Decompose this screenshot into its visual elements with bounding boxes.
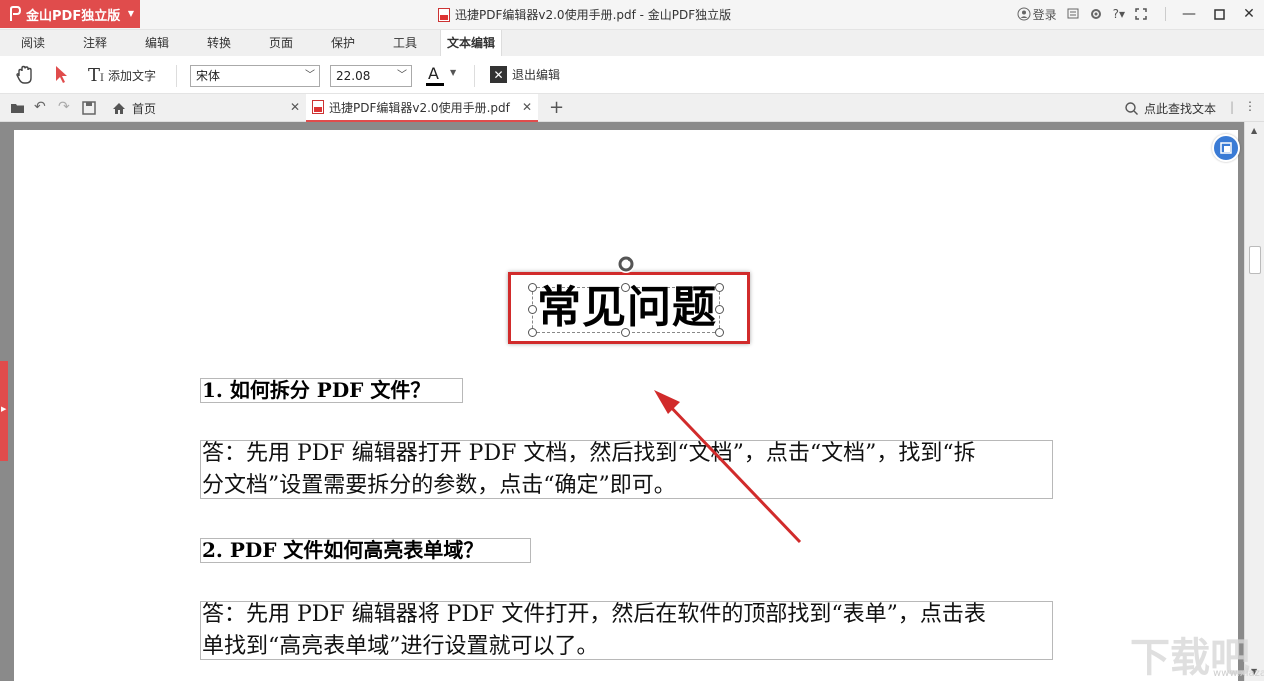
toolbar-divider — [176, 65, 177, 87]
tab-divider: | — [1230, 100, 1235, 114]
toolbar-divider — [474, 65, 475, 87]
answer-2-line-1[interactable]: 答：先用 PDF 编辑器将 PDF 文件打开，然后在软件的顶部找到“表单”，点击… — [202, 599, 986, 631]
tab-text-edit[interactable]: 文本编辑 — [440, 30, 502, 56]
app-menu-button[interactable]: 金山PDF独立版 ▼ — [0, 0, 140, 28]
help-icon[interactable]: ?▾ — [1113, 7, 1125, 21]
tab-read[interactable]: 阅读 — [12, 30, 54, 56]
answer-1-line-1[interactable]: 答：先用 PDF 编辑器打开 PDF 文档，然后找到“文档”，点击“文档”，找到… — [202, 438, 976, 470]
home-tab-label: 首页 — [132, 101, 157, 116]
close-tab-icon[interactable]: ✕ — [522, 100, 532, 114]
question-1[interactable]: 1. 如何拆分 PDF 文件？ — [202, 377, 430, 403]
close-tab-icon[interactable]: ✕ — [290, 100, 300, 114]
scroll-up-icon[interactable]: ▲ — [1251, 126, 1257, 135]
document-tabs: ↶ ↷ 首页 ✕ 迅捷PDF编辑器v2.0使用手册.pdf ✕ + 点此查找文本… — [0, 94, 1264, 122]
document-tab-label: 迅捷PDF编辑器v2.0使用手册.pdf — [329, 100, 510, 115]
resize-handle[interactable] — [715, 283, 724, 292]
add-text-button[interactable]: TI 添加文字 — [88, 65, 156, 86]
font-family-value: 宋体 — [196, 69, 221, 83]
annotation-arrow — [654, 390, 802, 544]
caret-down-icon: ▼ — [127, 9, 134, 18]
resize-handle[interactable] — [621, 283, 630, 292]
toolbar: TI 添加文字 宋体 ﹀ 22.08 ﹀ A ▼ ✕ 退出编辑 — [0, 56, 1264, 94]
tab-edit[interactable]: 编辑 — [136, 30, 178, 56]
chevron-right-icon: ▶ — [1, 405, 7, 413]
floating-tool-button[interactable] — [1212, 134, 1240, 162]
question-2[interactable]: 2. PDF 文件如何高亮表单域？ — [202, 537, 483, 563]
caret-down-icon: ▼ — [450, 68, 457, 77]
thumbnail-icon — [1220, 142, 1232, 154]
exit-edit-button[interactable]: ✕ 退出编辑 — [490, 66, 560, 83]
maximize-button[interactable] — [1204, 0, 1234, 28]
title-bar: 金山PDF独立版 ▼ 迅捷PDF编辑器v2.0使用手册.pdf - 金山PDF独… — [0, 0, 1264, 30]
rotate-icon — [618, 256, 634, 272]
font-color-button[interactable]: A ▼ — [426, 64, 460, 88]
fullscreen-icon[interactable] — [1135, 8, 1147, 20]
title-divider — [1165, 7, 1166, 21]
user-icon — [1017, 7, 1031, 21]
close-window-button[interactable]: ✕ — [1234, 0, 1264, 28]
ribbon-tabs: 阅读 注释 编辑 转换 页面 保护 工具 文本编辑 — [0, 30, 1264, 56]
document-tab[interactable]: 迅捷PDF编辑器v2.0使用手册.pdf ✕ — [306, 94, 538, 122]
document-viewport: ▶ ▲ ▼ — [0, 122, 1264, 681]
tab-convert[interactable]: 转换 — [198, 30, 240, 56]
add-text-icon: TI — [88, 65, 104, 86]
resize-handle[interactable] — [528, 328, 537, 337]
scrollbar-thumb[interactable] — [1249, 246, 1261, 274]
tab-protect[interactable]: 保护 — [322, 30, 364, 56]
resize-handle[interactable] — [715, 328, 724, 337]
more-menu-icon[interactable]: ⋮ — [1244, 99, 1256, 113]
home-icon — [113, 102, 125, 114]
sidebar-toggle[interactable]: ▶ — [0, 361, 8, 461]
watermark-url: www.xiazaiba.com — [1213, 668, 1264, 679]
font-family-select[interactable]: 宋体 ﹀ — [190, 65, 320, 87]
resize-handle[interactable] — [528, 305, 537, 314]
undo-icon[interactable]: ↶ — [34, 99, 46, 115]
find-text-button[interactable]: 点此查找文本 — [1125, 100, 1216, 117]
font-size-select[interactable]: 22.08 ﹀ — [330, 65, 412, 87]
message-icon[interactable] — [1067, 8, 1079, 20]
search-icon — [1125, 102, 1138, 115]
answer-2-line-2[interactable]: 单找到“高亮表单域”进行设置就可以了。 — [202, 631, 599, 663]
resize-handle[interactable] — [621, 328, 630, 337]
settings-gear-icon[interactable] — [1089, 7, 1103, 21]
font-color-swatch — [426, 83, 444, 86]
font-color-icon: A — [428, 64, 439, 83]
redo-icon[interactable]: ↷ — [58, 99, 70, 115]
exit-icon: ✕ — [490, 66, 507, 83]
chevron-down-icon: ﹀ — [305, 70, 315, 81]
vertical-scrollbar[interactable]: ▲ ▼ — [1244, 122, 1264, 681]
login-button[interactable]: 登录 — [1017, 6, 1057, 23]
exit-edit-label: 退出编辑 — [512, 68, 561, 82]
tab-tools[interactable]: 工具 — [384, 30, 426, 56]
home-tab[interactable]: 首页 ✕ — [106, 94, 306, 122]
tab-annotate[interactable]: 注释 — [74, 30, 116, 56]
resize-handle[interactable] — [528, 283, 537, 292]
new-tab-plus-icon[interactable]: + — [549, 97, 564, 118]
pdf-file-icon — [438, 7, 450, 22]
login-label: 登录 — [1032, 7, 1057, 22]
resize-handle[interactable] — [715, 305, 724, 314]
chevron-down-icon: ﹀ — [397, 70, 407, 81]
select-arrow-icon[interactable] — [54, 64, 70, 86]
answer-1-line-2[interactable]: 分文档”设置需要拆分的参数，点击“确定”即可。 — [202, 470, 676, 502]
find-text-label: 点此查找文本 — [1143, 102, 1216, 116]
window-title: 迅捷PDF编辑器v2.0使用手册.pdf - 金山PDF独立版 — [438, 6, 731, 23]
save-icon[interactable] — [82, 101, 96, 115]
open-folder-icon[interactable] — [10, 101, 26, 115]
hand-tool-icon[interactable] — [14, 64, 36, 86]
add-text-label: 添加文字 — [107, 69, 156, 83]
pdf-file-icon — [312, 100, 324, 114]
font-size-value: 22.08 — [336, 69, 371, 83]
tab-page[interactable]: 页面 — [260, 30, 302, 56]
app-brand-label: 金山PDF独立版 — [26, 8, 121, 24]
rotate-handle[interactable] — [617, 255, 635, 273]
minimize-button[interactable]: — — [1174, 0, 1204, 28]
window-title-text: 迅捷PDF编辑器v2.0使用手册.pdf - 金山PDF独立版 — [455, 8, 732, 22]
app-logo-icon — [10, 6, 22, 21]
